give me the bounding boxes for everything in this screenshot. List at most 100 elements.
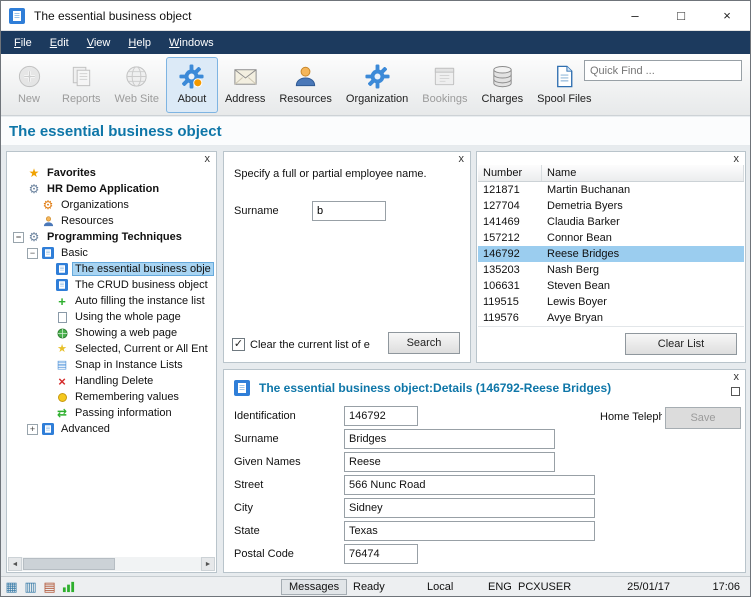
postal-code-input[interactable] [344,544,418,564]
tree-item-the-crud-business-object[interactable]: The CRUD business object [9,277,214,293]
toolbar-button-label: About [178,93,207,105]
tree-item-snap-in-instance-lists[interactable]: ▤Snap in Instance Lists [9,357,214,373]
tree-item-passing-information[interactable]: ⇄ Passing information [9,405,214,421]
employee-name: Connor Bean [542,232,617,244]
doc-blue-icon [55,279,69,291]
home-telephone-label: Home Teleph [600,411,662,423]
messages-button[interactable]: Messages [281,579,347,595]
tree-item-remembering-values[interactable]: Remembering values [9,389,214,405]
page-icon [55,312,69,323]
collapse-icon[interactable]: − [13,232,24,243]
status-bar: ▦▥▤ Messages Ready Local ENG PCXUSER 25/… [1,576,750,596]
tree-item-the-essential-business-obje[interactable]: The essential business obje [9,261,214,277]
tree-item-showing-a-web-page[interactable]: Showing a web page [9,325,214,341]
globe-icon [123,61,150,91]
state-input[interactable] [344,521,595,541]
expand-icon[interactable]: + [27,424,38,435]
menu-edit[interactable]: Edit [41,34,78,52]
employee-row-119576[interactable]: 119576Avye Bryan [478,310,744,326]
toolbar-button-label: Resources [279,93,332,105]
close-icon[interactable]: × [704,1,750,31]
toolbar-button-about[interactable]: About [166,57,218,113]
detail-field-city: City [234,498,735,518]
detail-grid-icon[interactable]: ▥ [23,579,38,594]
tree-item-label: The CRUD business object [73,279,210,291]
employee-name: Martin Buchanan [542,184,635,196]
details-panel-restore-icon[interactable] [731,387,740,396]
scroll-left-icon[interactable]: ◄ [8,557,22,571]
menu-windows[interactable]: Windows [160,34,223,52]
menu-file[interactable]: File [5,34,41,52]
search-panel-close-icon[interactable]: x [456,152,468,166]
employee-row-141469[interactable]: 141469Claudia Barker [478,214,744,230]
toolbar-button-charges[interactable]: Charges [475,57,531,113]
search-button[interactable]: Search [388,332,460,354]
employee-row-127704[interactable]: 127704Demetria Byers [478,198,744,214]
employee-row-135203[interactable]: 135203Nash Berg [478,262,744,278]
employee-name: Steven Bean [542,280,615,292]
status-location: Local [427,581,453,593]
tree-item-basic[interactable]: −Basic [9,245,214,261]
form-grid-icon[interactable]: ▤ [42,579,57,594]
employee-row-121871[interactable]: 121871Martin Buchanan [478,182,744,198]
toolbar: NewReportsWeb SiteAboutAddressResourcesO… [1,54,750,116]
employee-number: 135203 [478,264,542,276]
toolbar-button-address[interactable]: Address [218,57,272,113]
tree-item-auto-filling-the-instance-list[interactable]: +Auto filling the instance list [9,293,214,309]
field-label: Given Names [234,456,344,468]
results-panel-close-icon[interactable]: x [731,152,743,166]
street-input[interactable] [344,475,595,495]
employee-row-119515[interactable]: 119515Lewis Boyer [478,294,744,310]
tree-item-using-the-whole-page[interactable]: Using the whole page [9,309,214,325]
details-panel-close-icon[interactable]: x [731,370,743,384]
clear-list-checkbox[interactable]: ✓ [232,338,245,351]
menu-view[interactable]: View [78,34,120,52]
scrollbar-thumb[interactable] [23,558,115,570]
status-user: PCXUSER [518,581,571,593]
employee-row-106631[interactable]: 106631Steven Bean [478,278,744,294]
instance-grid-icon[interactable]: ▦ [4,579,19,594]
clear-list-button[interactable]: Clear List [625,333,737,355]
employee-row-146792[interactable]: 146792Reese Bridges [478,246,744,262]
tree-item-programming-techniques[interactable]: −⚙Programming Techniques [9,229,214,245]
collapse-icon[interactable]: − [27,248,38,259]
surname-input[interactable] [312,201,386,221]
identification-input[interactable] [344,406,418,426]
surname-input[interactable] [344,429,555,449]
tree-item-favorites[interactable]: ★Favorites [9,165,214,181]
city-input[interactable] [344,498,595,518]
maximize-icon[interactable]: □ [658,1,704,31]
database-icon [489,61,516,91]
tree-item-selected-current-or-all-ent[interactable]: ★Selected, Current or All Ent [9,341,214,357]
save-button: Save [665,407,741,429]
tree-item-advanced[interactable]: +Advanced [9,421,214,437]
scroll-right-icon[interactable]: ► [201,557,215,571]
employee-row-157212[interactable]: 157212Connor Bean [478,230,744,246]
globe-green-icon [55,328,69,339]
arrows-green-icon: ⇄ [55,407,69,419]
tree-item-organizations[interactable]: ⚙Organizations [9,197,214,213]
tree-item-label: Snap in Instance Lists [73,359,185,371]
person-icon [41,216,55,227]
column-header-number[interactable]: Number [478,165,542,181]
quick-find-input[interactable] [584,60,742,81]
tree-item-resources[interactable]: Resources [9,213,214,229]
tree-item-label: Passing information [73,407,174,419]
toolbar-button-organization[interactable]: Organization [339,57,415,113]
given-names-input[interactable] [344,452,555,472]
column-header-name[interactable]: Name [542,165,744,181]
tree-item-hr-demo-application[interactable]: ⚙HR Demo Application [9,181,214,197]
toolbar-button-label: Reports [62,93,101,105]
tree-item-handling-delete[interactable]: ×Handling Delete [9,373,214,389]
tree-panel-close-icon[interactable]: x [202,152,214,166]
details-doc-icon [234,380,250,396]
chart-icon[interactable] [61,579,76,594]
detail-field-postal-code: Postal Code [234,544,735,564]
employee-name: Lewis Boyer [542,296,612,308]
menu-help[interactable]: Help [119,34,160,52]
tree-horizontal-scrollbar[interactable]: ◄ ► [8,557,215,571]
doc-blue-icon [55,263,69,275]
minimize-icon[interactable]: – [612,1,658,31]
toolbar-button-resources[interactable]: Resources [272,57,339,113]
document-icon [551,61,578,91]
